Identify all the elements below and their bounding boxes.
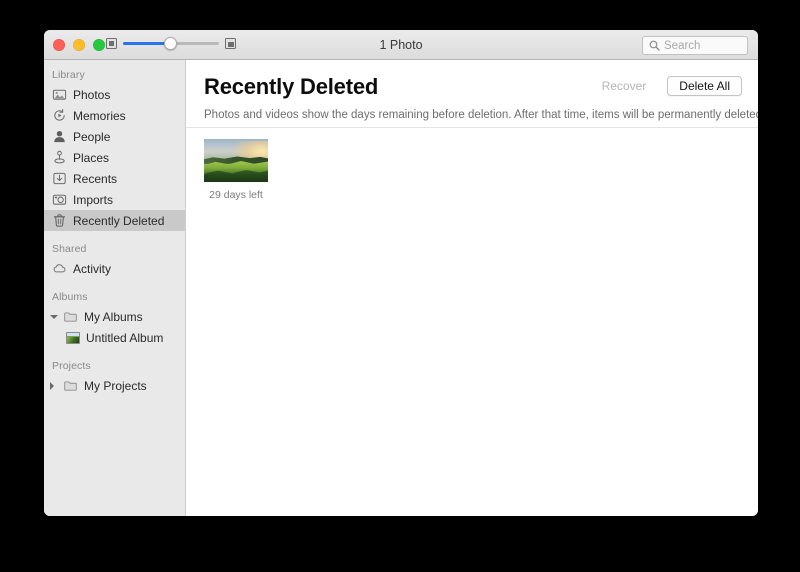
delete-all-button[interactable]: Delete All [667,76,742,96]
sidebar-item-label: My Projects [84,378,147,393]
page-description: Photos and videos show the days remainin… [204,109,758,121]
photo-thumbnail[interactable] [204,139,268,182]
sidebar-item-label: People [73,129,111,144]
sidebar-item-label: Recently Deleted [73,213,165,228]
sidebar-item-my-albums[interactable]: My Albums [44,306,185,327]
sidebar-item-label: Untitled Album [86,330,164,345]
sidebar: Library Photos Memories People Places Re… [44,60,186,516]
sidebar-item-places[interactable]: Places [44,147,185,168]
disclosure-triangle-closed-icon[interactable] [49,381,58,390]
sidebar-item-people[interactable]: People [44,126,185,147]
cloud-icon [53,264,66,273]
large-thumbnail-icon[interactable] [225,38,236,49]
search-icon [649,40,660,51]
sidebar-item-imports[interactable]: Imports [44,189,185,210]
sidebar-item-label: Imports [73,192,114,207]
zoom-slider-track[interactable] [123,37,219,50]
sidebar-item-activity[interactable]: Activity [44,258,185,279]
sidebar-group-library: Library [52,69,85,81]
recover-button[interactable]: Recover [590,76,659,96]
sidebar-item-my-projects[interactable]: My Projects [44,375,185,396]
zoom-button[interactable] [93,39,105,51]
sidebar-item-photos[interactable]: Photos [44,84,185,105]
sidebar-item-label: Photos [73,87,111,102]
sidebar-item-memories[interactable]: Memories [44,105,185,126]
album-thumb-icon [66,331,80,344]
search-input[interactable]: Search [642,36,748,55]
sidebar-item-label: Activity [73,261,112,276]
places-pin-icon [54,150,65,164]
sidebar-item-label: Recents [73,171,118,186]
disclosure-triangle-open-icon[interactable] [49,312,58,321]
photos-icon [52,89,67,100]
sidebar-group-shared: Shared [52,243,87,255]
sidebar-item-untitled-album[interactable]: Untitled Album [44,327,185,348]
folder-icon [64,381,77,391]
sidebar-item-label: My Albums [84,309,143,324]
zoom-slider-knob[interactable] [164,37,177,50]
close-button[interactable] [53,39,65,51]
trash-icon [53,214,66,227]
sidebar-item-recents[interactable]: Recents [44,168,185,189]
imports-camera-icon [52,194,67,205]
folder-icon [64,312,77,322]
photos-app-window: 1 Photo Search Library Photos Memories P… [44,30,758,516]
small-thumbnail-icon[interactable] [106,38,117,49]
sidebar-group-projects: Projects [52,360,91,372]
sidebar-item-label: Places [73,150,110,165]
header-actions: Recover Delete All [590,76,742,96]
sidebar-group-albums: Albums [52,291,88,303]
window-body: Library Photos Memories People Places Re… [44,60,758,516]
photo-days-remaining-label: 29 days left [209,189,263,201]
thumbnail-zoom-slider[interactable] [106,37,236,50]
search-placeholder: Search [664,39,701,52]
people-icon [54,130,65,143]
recents-download-icon [53,172,66,185]
sidebar-item-recently-deleted[interactable]: Recently Deleted [44,210,185,231]
traffic-lights [53,39,105,51]
photo-grid: 29 days left [204,128,740,201]
memories-icon [54,108,65,121]
photo-cell[interactable]: 29 days left [204,139,268,201]
sidebar-item-label: Memories [73,108,126,123]
minimize-button[interactable] [73,39,85,51]
window-toolbar: 1 Photo Search [44,30,758,60]
content-area: Recover Delete All Recently Deleted Phot… [186,60,758,516]
